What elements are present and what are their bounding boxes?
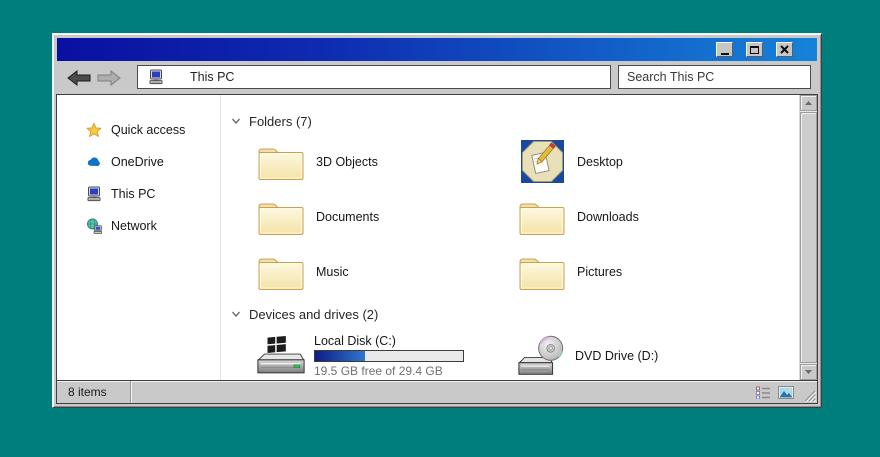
sidebar-item-label: This PC <box>111 187 155 201</box>
window-controls <box>716 42 793 57</box>
folder-icon <box>255 140 307 184</box>
resize-grip[interactable] <box>803 389 816 402</box>
resize-grip-icon <box>803 389 816 402</box>
sidebar-item-network[interactable]: Network <box>57 210 220 242</box>
sidebar-item-label: Network <box>111 219 157 233</box>
forward-button[interactable] <box>97 70 121 86</box>
vertical-scrollbar[interactable] <box>799 95 817 380</box>
drive-label: DVD Drive (D:) <box>575 349 658 363</box>
drive-label: Local Disk (C:) <box>314 334 464 348</box>
disk-usage-bar <box>314 350 464 362</box>
status-bar: 8 items <box>57 380 817 403</box>
folder-icon <box>516 195 568 239</box>
sidebar-item-label: OneDrive <box>111 155 164 169</box>
folder-label: Downloads <box>577 210 639 224</box>
sidebar-item-this-pc[interactable]: This PC <box>57 178 220 210</box>
search-input[interactable]: Search This PC <box>618 65 811 89</box>
address-text: This PC <box>190 70 234 84</box>
close-button[interactable] <box>776 42 793 57</box>
explorer-window: This PC Search This PC Quick access OneD… <box>52 33 822 408</box>
folder-label: Documents <box>316 210 379 224</box>
thumbnails-view-icon <box>778 386 794 399</box>
folder-item-desktop[interactable]: Desktop <box>516 140 799 183</box>
scroll-down-button[interactable] <box>800 364 817 380</box>
hard-drive-icon <box>255 334 307 378</box>
sidebar-item-quick-access[interactable]: Quick access <box>57 114 220 146</box>
close-icon <box>780 45 789 54</box>
toolbar: This PC Search This PC <box>56 61 818 94</box>
dvd-drive-icon <box>516 334 568 378</box>
folder-label: 3D Objects <box>316 155 378 169</box>
details-view-button[interactable] <box>755 385 771 399</box>
section-devices[interactable]: Devices and drives (2) <box>230 305 799 323</box>
computer-icon <box>86 186 102 202</box>
address-bar[interactable]: This PC <box>137 65 611 89</box>
back-arrow-icon <box>67 70 91 86</box>
folder-item-3d-objects[interactable]: 3D Objects <box>255 140 516 183</box>
file-list: Folders (7) 3D Objects Desktop <box>221 95 799 380</box>
folder-icon <box>255 250 307 294</box>
drive-info: Local Disk (C:) 19.5 GB free of 29.4 GB <box>314 334 464 378</box>
chevron-down-icon <box>230 115 242 127</box>
section-title: Folders (7) <box>249 114 312 129</box>
status-separator <box>130 381 132 403</box>
navigation-pane: Quick access OneDrive This PC Network <box>57 95 221 380</box>
client-frame: Quick access OneDrive This PC Network <box>56 94 818 404</box>
titlebar[interactable] <box>57 38 817 61</box>
drives-grid: Local Disk (C:) 19.5 GB free of 29.4 GB … <box>255 331 799 380</box>
folder-item-music[interactable]: Music <box>255 250 516 293</box>
sidebar-item-label: Quick access <box>111 123 185 137</box>
folder-label: Desktop <box>577 155 623 169</box>
minimize-button[interactable] <box>716 42 733 57</box>
scroll-up-icon <box>805 101 812 105</box>
back-button[interactable] <box>67 70 91 86</box>
folder-label: Music <box>316 265 349 279</box>
minimize-icon <box>721 53 729 55</box>
items-count: 8 items <box>57 381 130 403</box>
sidebar-item-onedrive[interactable]: OneDrive <box>57 146 220 178</box>
folder-item-downloads[interactable]: Downloads <box>516 195 799 238</box>
details-view-icon <box>756 386 771 399</box>
star-icon <box>86 122 102 138</box>
thumbnails-view-button[interactable] <box>778 385 794 399</box>
drive-free-space: 19.5 GB free of 29.4 GB <box>314 364 464 378</box>
section-folders[interactable]: Folders (7) <box>230 112 799 130</box>
network-icon <box>86 218 102 234</box>
search-placeholder: Search This PC <box>627 70 714 84</box>
drive-item-dvd[interactable]: DVD Drive (D:) <box>516 331 799 380</box>
folders-grid: 3D Objects Desktop Documents Downlo <box>255 140 799 293</box>
maximize-icon <box>750 46 759 54</box>
section-title: Devices and drives (2) <box>249 307 378 322</box>
chevron-down-icon <box>230 308 242 320</box>
folder-item-documents[interactable]: Documents <box>255 195 516 238</box>
drive-item-local-disk[interactable]: Local Disk (C:) 19.5 GB free of 29.4 GB <box>255 331 516 380</box>
maximize-button[interactable] <box>746 42 763 57</box>
disk-usage-fill <box>315 351 365 361</box>
scroll-down-icon <box>805 370 812 374</box>
folder-icon <box>516 250 568 294</box>
forward-arrow-icon <box>97 70 121 86</box>
folder-label: Pictures <box>577 265 622 279</box>
view-switcher <box>755 381 794 403</box>
scroll-up-button[interactable] <box>800 95 817 111</box>
desktop-icon <box>516 140 568 184</box>
desktop-background: This PC Search This PC Quick access OneD… <box>0 0 880 457</box>
client-area: Quick access OneDrive This PC Network <box>57 95 817 380</box>
computer-icon <box>148 69 164 85</box>
cloud-icon <box>86 154 102 170</box>
folder-icon <box>255 195 307 239</box>
scrollbar-thumb[interactable] <box>800 112 817 363</box>
folder-item-pictures[interactable]: Pictures <box>516 250 799 293</box>
